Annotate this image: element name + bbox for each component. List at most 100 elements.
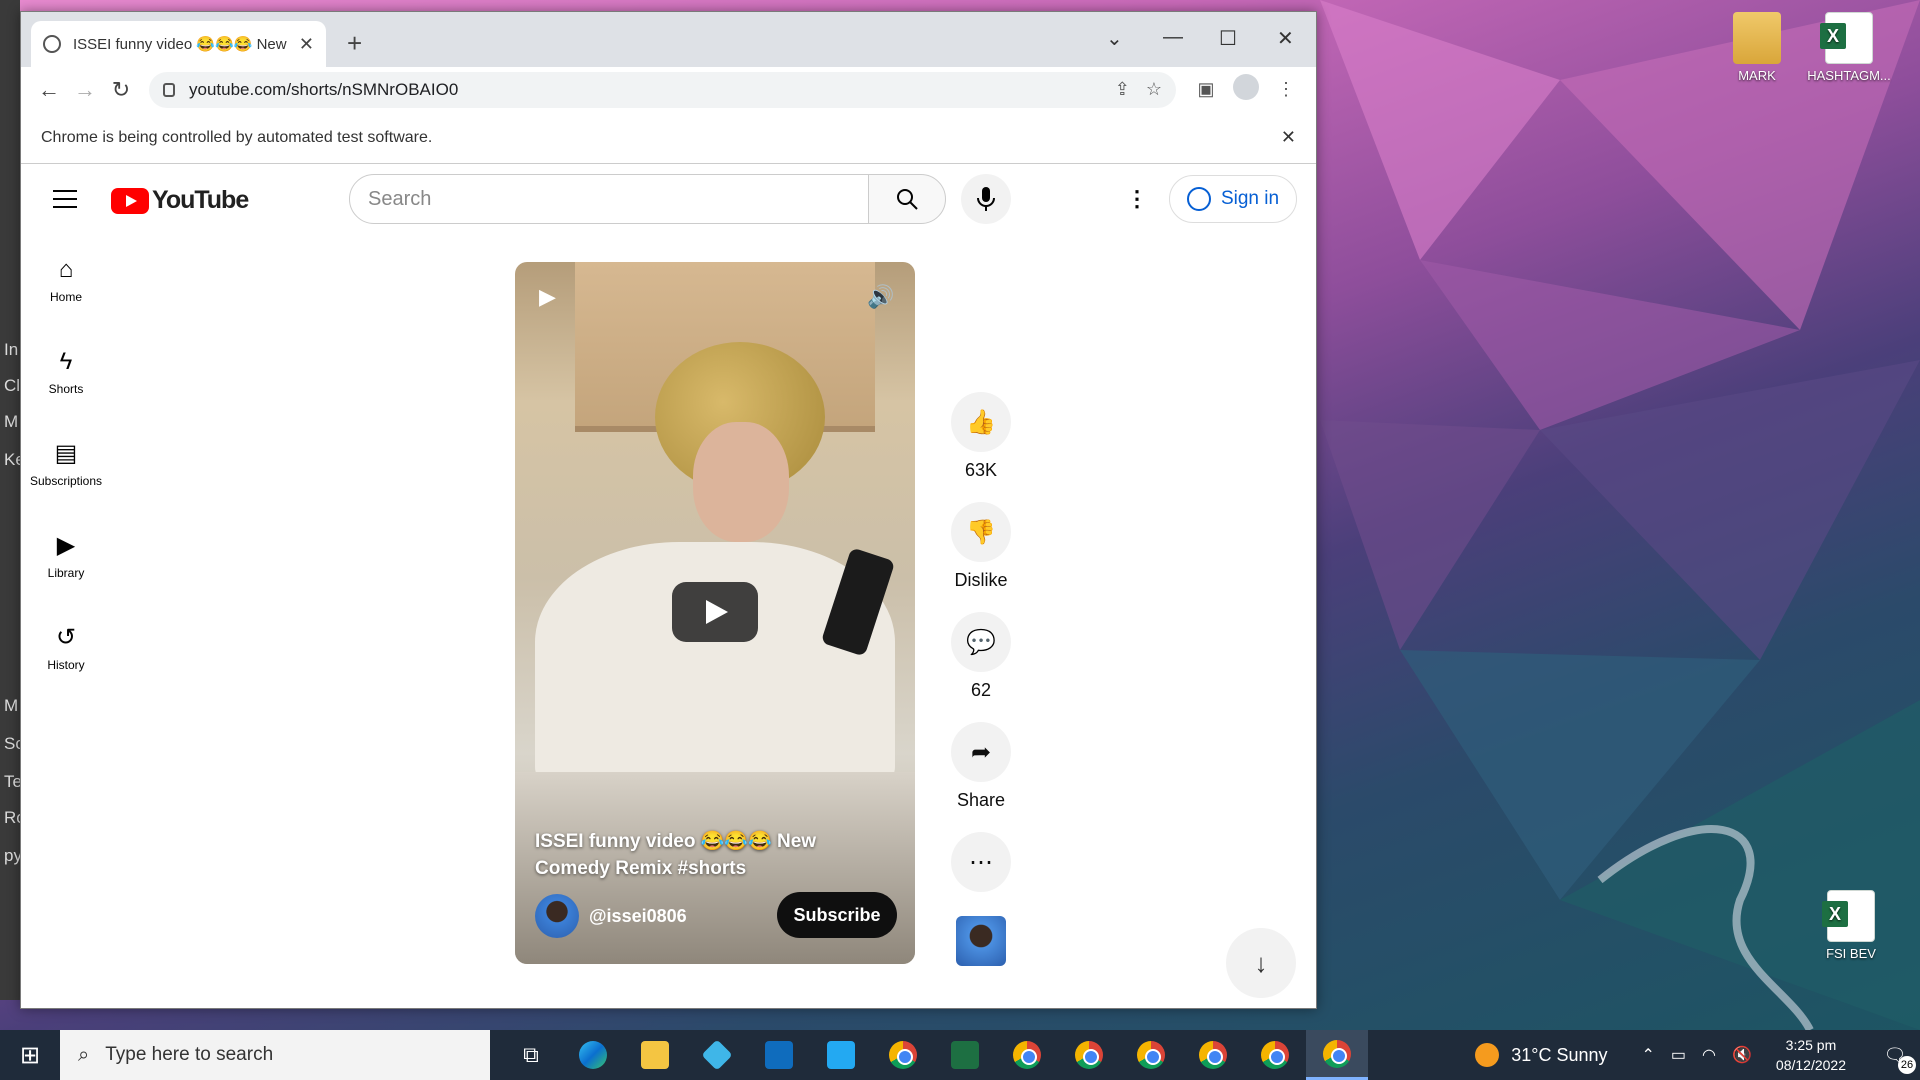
channel-avatar[interactable] [535, 894, 579, 938]
taskbar-chrome[interactable] [1058, 1030, 1120, 1080]
excel-file-icon [1822, 890, 1875, 942]
tab-close-icon[interactable]: ✕ [299, 34, 314, 55]
bookmark-star-icon[interactable]: ☆ [1146, 79, 1162, 100]
side-panel-icon[interactable]: ▣ [1186, 79, 1226, 100]
browser-tab[interactable]: ISSEI funny video 😂😂😂 New Comedy Remix #… [31, 21, 326, 67]
taskbar-chrome[interactable] [1244, 1030, 1306, 1080]
bg-text: M [4, 696, 19, 715]
chrome-icon [1323, 1039, 1351, 1068]
start-button[interactable]: ⊞ [0, 1041, 60, 1070]
youtube-play-logo-icon [111, 187, 149, 214]
shorts-video-player[interactable]: ▶ 🔊 ISSEI funny video 😂😂😂 New Comedy Rem… [515, 262, 915, 964]
dislike-button[interactable]: 👎 Dislike [951, 502, 1011, 612]
edge-icon [579, 1041, 607, 1069]
taskbar-file-explorer[interactable] [624, 1030, 686, 1080]
search-input[interactable]: Search [349, 174, 869, 224]
tab-strip: ISSEI funny video 😂😂😂 New Comedy Remix #… [21, 12, 1316, 67]
taskbar-excel[interactable] [934, 1030, 996, 1080]
infobar-close-icon[interactable]: ✕ [1281, 127, 1296, 148]
windows-taskbar: ⊞ ⌕ Type here to search ⧉ 31°C Sunny ⌃ ▭… [0, 1030, 1920, 1080]
share-icon: ➦ [951, 722, 1011, 782]
dislike-label: Dislike [954, 570, 1008, 590]
sidebar-item-home[interactable]: ⌂ Home [21, 244, 111, 336]
clock-date: 08/12/2022 [1775, 1057, 1846, 1073]
shorts-action-bar: 👍 63K 👎 Dislike 💬 62 ➦ Share ⋯ [951, 392, 1011, 942]
browser-toolbar: ← → ↻ youtube.com/shorts/nSMNrOBAIO0 ⇪ ☆… [21, 67, 1316, 112]
short-caption[interactable]: ISSEI funny video 😂😂😂 New Comedy Remix #… [535, 828, 875, 882]
reload-button[interactable]: ↻ [103, 77, 139, 103]
wifi-icon[interactable]: ◠ [1702, 1045, 1716, 1065]
weather-text[interactable]: 31°C Sunny [1511, 1045, 1607, 1066]
infobar-text: Chrome is being controlled by automated … [41, 128, 433, 146]
profile-button[interactable] [1226, 74, 1266, 105]
taskbar-chrome-active[interactable] [1306, 1030, 1368, 1080]
volume-muted-icon[interactable]: 🔇 [1732, 1045, 1752, 1065]
desktop-icon-label: HASHTAGM... [1807, 68, 1891, 83]
channel-thumbnail[interactable] [956, 916, 1006, 966]
taskbar-chrome[interactable] [1120, 1030, 1182, 1080]
home-icon: ⌂ [58, 256, 74, 283]
channel-link[interactable]: @issei0806 [535, 894, 687, 938]
subscribe-button[interactable]: Subscribe [777, 892, 897, 938]
comments-button[interactable]: 💬 62 [951, 612, 1011, 722]
desktop-icon-mark[interactable]: MARK [1712, 12, 1802, 83]
chrome-window: ISSEI funny video 😂😂😂 New Comedy Remix #… [20, 11, 1317, 1009]
address-bar[interactable]: youtube.com/shorts/nSMNrOBAIO0 ⇪ ☆ [149, 71, 1176, 108]
notification-center-button[interactable]: 🗨 26 [1870, 1045, 1920, 1074]
new-tab-button[interactable]: + [347, 30, 362, 56]
desktop-icon-label: MARK [1738, 68, 1776, 83]
tab-search-icon[interactable]: ⌄ [1106, 26, 1123, 51]
large-play-button[interactable] [672, 582, 758, 642]
search-button[interactable] [868, 174, 946, 224]
sidebar-item-subscriptions[interactable]: ▤ Subscriptions [21, 428, 111, 520]
excel-icon [951, 1041, 979, 1069]
folder-icon [641, 1041, 669, 1069]
maximize-button[interactable]: ☐ [1219, 26, 1237, 51]
comment-count: 62 [970, 680, 992, 700]
sidebar-item-history[interactable]: ↺ History [21, 612, 111, 704]
play-icon[interactable]: ▶ [539, 284, 556, 310]
volume-icon[interactable]: 🔊 [867, 284, 894, 310]
sidebar-item-library[interactable]: ▶ Library [21, 520, 111, 612]
share-button[interactable]: ➦ Share [951, 722, 1011, 832]
sign-in-button[interactable]: Sign in [1169, 175, 1297, 223]
next-short-button[interactable]: ↓ [1226, 928, 1296, 998]
pinned-apps: ⧉ [500, 1030, 1368, 1080]
close-window-button[interactable]: ✕ [1277, 26, 1294, 51]
search-icon: ⌕ [78, 1043, 90, 1066]
battery-icon[interactable]: ▭ [1671, 1045, 1686, 1065]
sidebar-item-shorts[interactable]: ϟ Shorts [21, 336, 111, 428]
task-view-button[interactable]: ⧉ [500, 1030, 562, 1080]
bg-text: Cl [4, 376, 21, 395]
chevron-up-icon[interactable]: ⌃ [1642, 1045, 1655, 1065]
taskbar-chrome[interactable] [996, 1030, 1058, 1080]
taskbar-chrome[interactable] [1182, 1030, 1244, 1080]
forward-button[interactable]: → [67, 77, 103, 103]
background-window-edge: In Cl M Ke M Sc Te Ro py [0, 0, 26, 1000]
microphone-icon [977, 187, 995, 211]
voice-search-button[interactable] [961, 174, 1011, 224]
sign-in-label: Sign in [1220, 188, 1280, 209]
back-button[interactable]: ← [31, 77, 67, 103]
clock-time: 3:25 pm [1785, 1037, 1837, 1053]
sidebar-item-label: Subscriptions [29, 474, 103, 488]
desktop-icon-fsi-bev[interactable]: FSI BEV [1806, 890, 1896, 961]
tab-title: ISSEI funny video 😂😂😂 New Comedy Remix #… [73, 36, 291, 53]
weather-sun-icon [1475, 1043, 1500, 1067]
taskbar-app[interactable] [686, 1030, 748, 1080]
taskbar-edge[interactable] [562, 1030, 624, 1080]
taskbar-search-box[interactable]: ⌕ Type here to search [60, 1030, 490, 1080]
settings-more-icon[interactable]: ⋮ [1126, 186, 1148, 212]
youtube-logo[interactable]: YouTube [111, 186, 249, 215]
share-page-icon[interactable]: ⇪ [1115, 79, 1130, 100]
taskbar-outlook[interactable] [748, 1030, 810, 1080]
taskbar-chrome[interactable] [872, 1030, 934, 1080]
minimize-button[interactable]: — [1163, 26, 1183, 49]
url-text: youtube.com/shorts/nSMNrOBAIO0 [189, 79, 459, 99]
like-button[interactable]: 👍 63K [951, 392, 1011, 502]
desktop-icon-hashtag[interactable]: HASHTAGM... [1804, 12, 1894, 83]
taskbar-vscode[interactable] [810, 1030, 872, 1080]
menu-hamburger-icon[interactable] [53, 190, 77, 214]
clock[interactable]: 3:25 pm 08/12/2022 [1776, 1035, 1846, 1075]
chrome-menu-button[interactable]: ⋮ [1266, 79, 1306, 100]
